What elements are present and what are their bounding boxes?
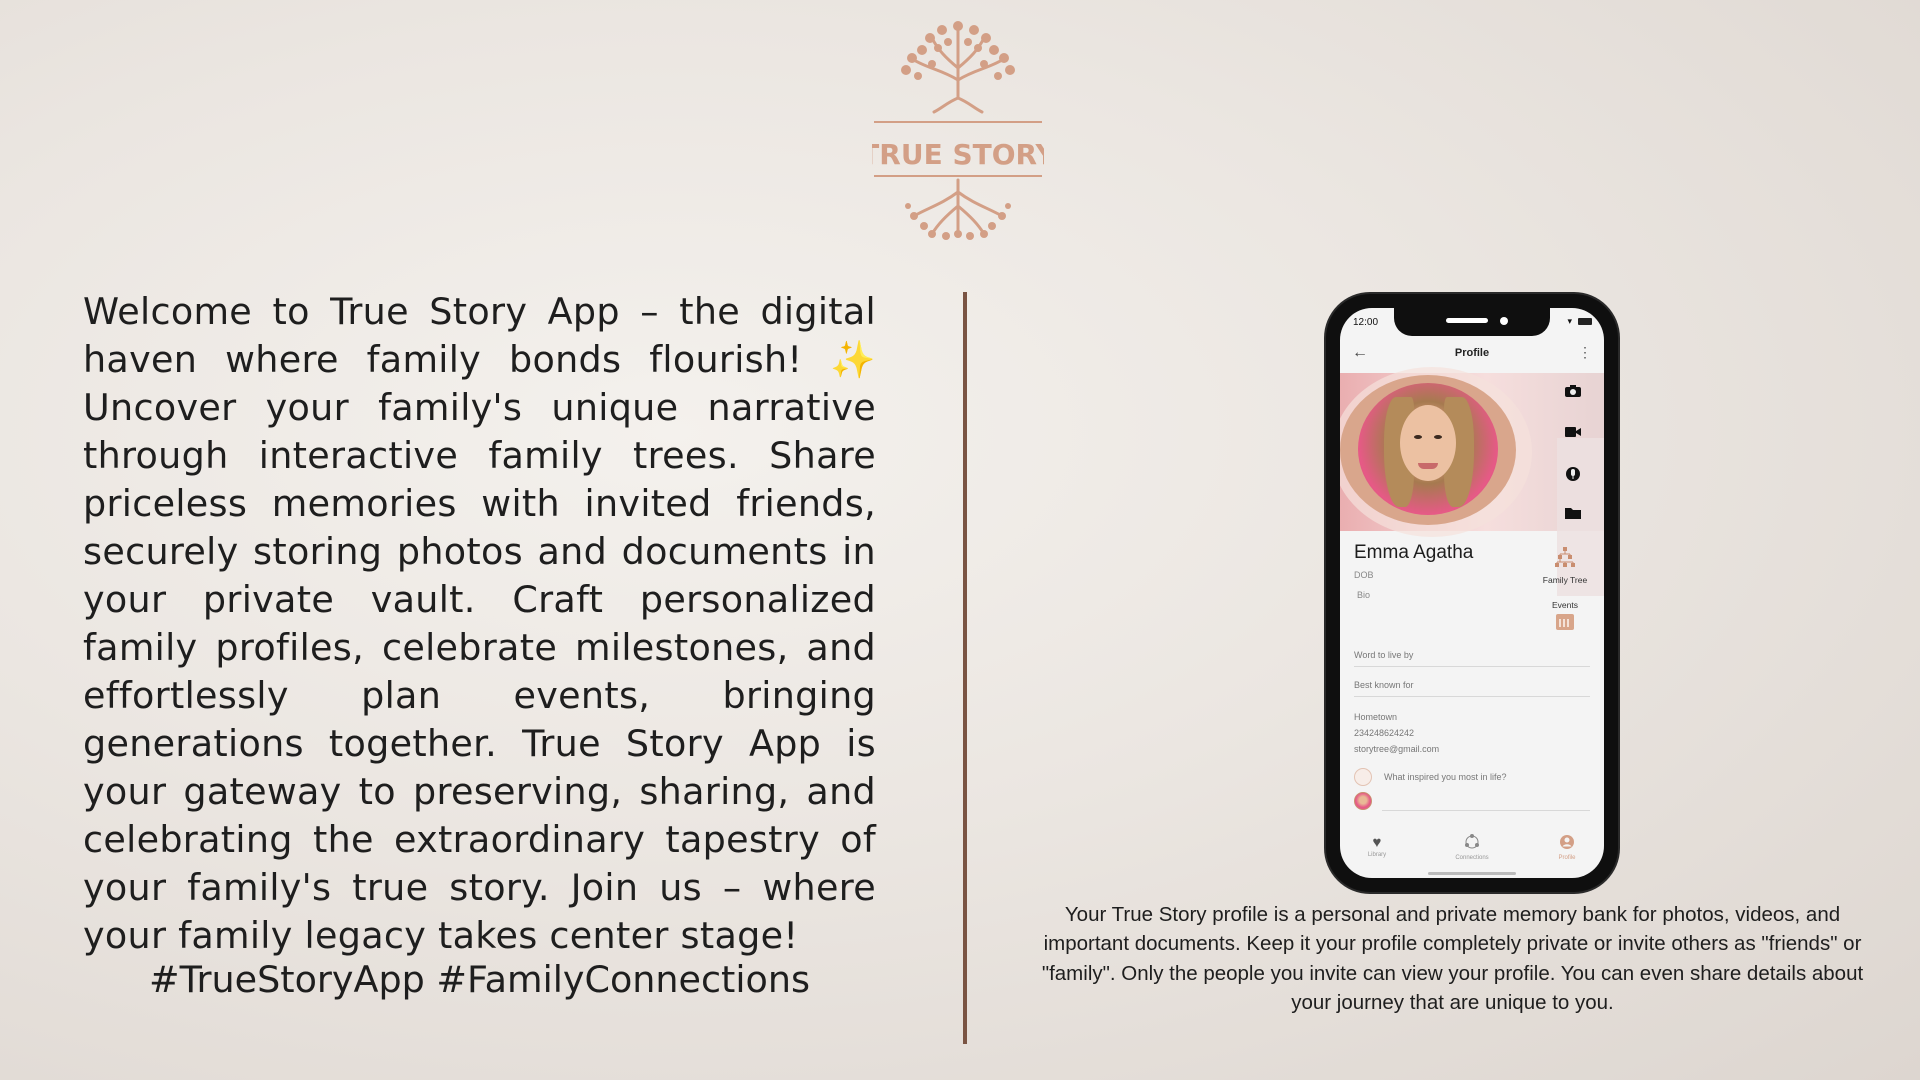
camera-icon[interactable] xyxy=(1562,384,1584,404)
user-icon xyxy=(1537,834,1597,855)
nav-library-label: Library xyxy=(1367,852,1387,858)
video-icon[interactable] xyxy=(1562,425,1584,445)
events-button[interactable]: Events xyxy=(1534,600,1596,630)
email-address: storytree@gmail.com xyxy=(1354,744,1440,754)
phone-mockup: 12:00 ▾ ← Profile ⋮ Emma Agatha DOB Bio … xyxy=(1326,294,1618,892)
question-avatar-placeholder xyxy=(1354,768,1372,786)
page-title: Profile xyxy=(1454,347,1490,359)
hometown-label: Hometown xyxy=(1354,712,1398,722)
events-label: Events xyxy=(1552,600,1578,610)
profile-caption: Your True Story profile is a personal an… xyxy=(1041,903,1864,1014)
heart-icon: ♥ xyxy=(1372,834,1382,851)
network-icon xyxy=(1442,834,1502,855)
family-tree-button[interactable]: Family Tree xyxy=(1534,546,1596,585)
microphone-icon[interactable] xyxy=(1562,465,1584,485)
question-text: What inspired you most in life? xyxy=(1384,772,1507,782)
wifi-icon: ▾ xyxy=(1567,316,1572,326)
phone-notch xyxy=(1394,308,1550,336)
nav-connections-label: Connections xyxy=(1455,855,1489,861)
bottom-nav: ♥ Library Connections Profile xyxy=(1340,834,1604,874)
vertical-divider xyxy=(963,292,967,1044)
home-indicator xyxy=(1428,872,1516,875)
nav-profile-label: Profile xyxy=(1558,855,1576,861)
avatar[interactable] xyxy=(1358,383,1498,515)
intro-paragraph: Welcome to True Story App – the digital … xyxy=(83,290,876,957)
nav-profile[interactable]: Profile xyxy=(1537,834,1597,861)
more-vertical-icon[interactable]: ⋮ xyxy=(1578,344,1592,361)
best-known-for-field[interactable]: Best known for xyxy=(1354,680,1590,697)
calendar-icon xyxy=(1556,614,1574,630)
folder-icon[interactable] xyxy=(1562,506,1584,526)
status-time: 12:00 xyxy=(1353,317,1379,328)
profile-name: Emma Agatha xyxy=(1354,542,1474,563)
status-icons: ▾ xyxy=(1567,316,1592,327)
logo-text: TRUE STORY xyxy=(872,138,1044,171)
phone-number: 234248624242 xyxy=(1354,728,1415,738)
battery-icon xyxy=(1578,318,1592,325)
nav-library[interactable]: ♥ Library xyxy=(1347,834,1407,858)
family-tree-icon xyxy=(1534,546,1596,573)
true-story-logo: TRUE STORY xyxy=(860,20,1057,242)
bio-label: Bio xyxy=(1357,590,1371,600)
dob-label: DOB xyxy=(1354,570,1374,580)
phone-screen: 12:00 ▾ ← Profile ⋮ Emma Agatha DOB Bio … xyxy=(1340,308,1604,878)
hashtags: #TrueStoryApp #FamilyConnections xyxy=(148,958,810,1001)
family-tree-label: Family Tree xyxy=(1542,575,1588,585)
word-to-live-by-field[interactable]: Word to live by xyxy=(1354,650,1590,667)
nav-connections[interactable]: Connections xyxy=(1442,834,1502,861)
profile-header: ← Profile ⋮ xyxy=(1340,344,1604,364)
answer-avatar xyxy=(1354,792,1372,810)
